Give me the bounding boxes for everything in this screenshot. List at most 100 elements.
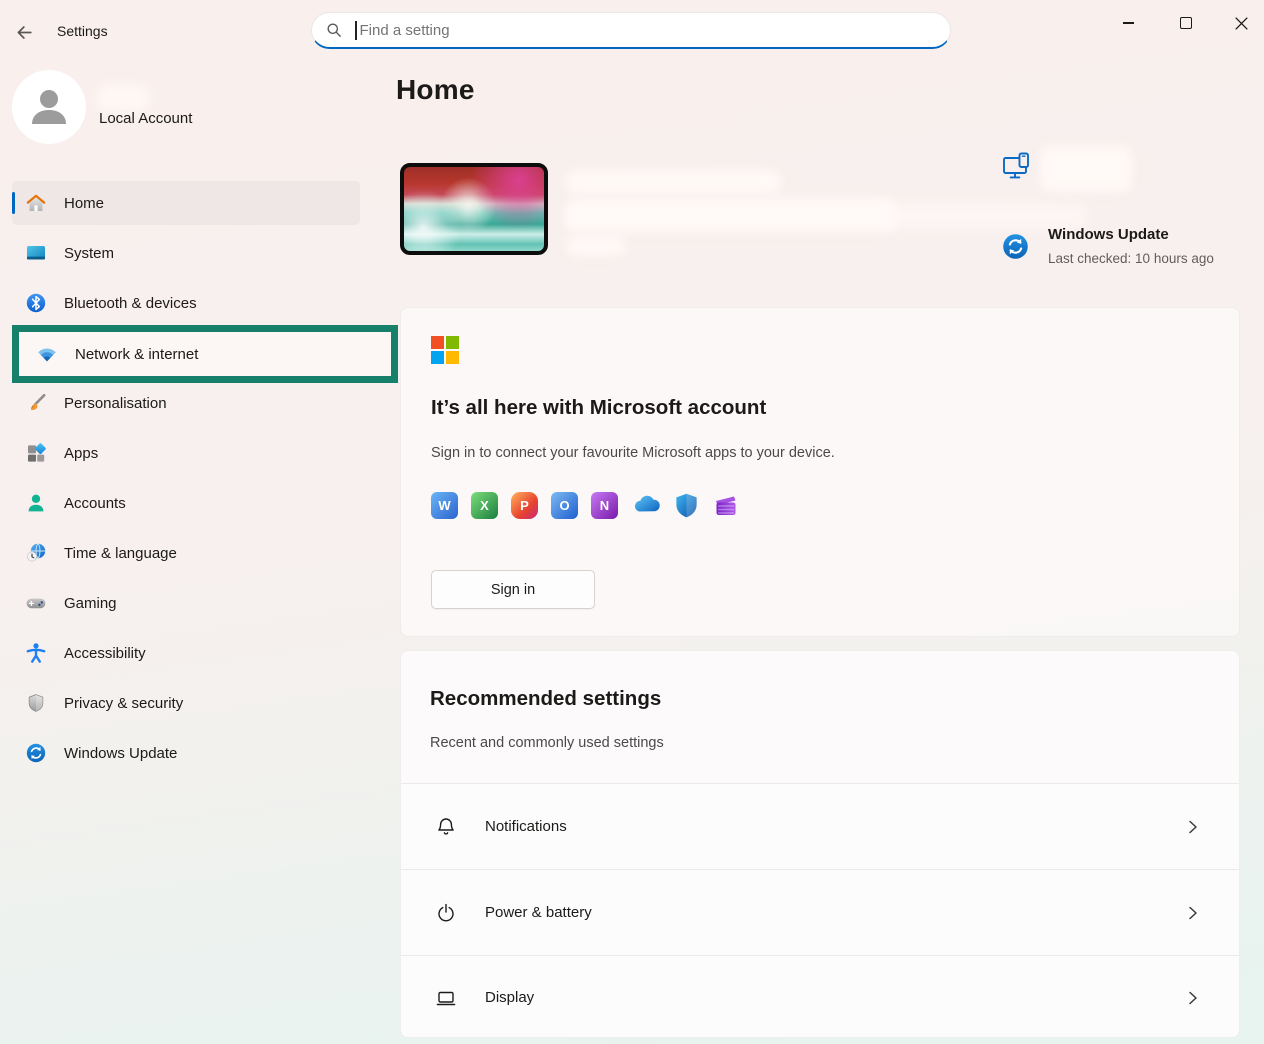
device-wallpaper-thumbnail — [400, 163, 548, 255]
sidebar-item-apps[interactable]: Apps — [12, 431, 360, 475]
sidebar-item-label: Gaming — [64, 595, 117, 612]
apps-icon — [25, 442, 47, 464]
wifi-icon — [36, 343, 58, 365]
onenote-letter: N — [600, 498, 609, 513]
redacted-rename-label — [1040, 146, 1132, 192]
sidebar-item-privacy-security[interactable]: Privacy & security — [12, 681, 360, 725]
shield-icon — [25, 692, 47, 714]
sidebar-item-bluetooth-devices[interactable]: Bluetooth & devices — [12, 281, 360, 325]
back-button[interactable] — [12, 20, 36, 44]
sidebar-item-label: Home — [64, 195, 104, 212]
back-arrow-icon — [15, 23, 34, 42]
setting-row-label: Display — [485, 989, 534, 1006]
powerpoint-icon: P — [511, 492, 538, 519]
search-icon — [326, 22, 342, 38]
gamepad-icon — [25, 592, 47, 614]
sidebar-item-label: Apps — [64, 445, 98, 462]
page-title: Home — [396, 74, 475, 106]
word-icon: W — [431, 492, 458, 519]
setting-row-label: Notifications — [485, 818, 567, 835]
person-avatar-icon — [26, 84, 72, 130]
chevron-right-icon — [1185, 990, 1201, 1006]
redacted-device-name — [566, 170, 781, 194]
msa-card-title: It’s all here with Microsoft account — [431, 396, 766, 420]
outlook-icon: O — [551, 492, 578, 519]
sidebar-item-personalisation[interactable]: Personalisation — [12, 381, 360, 425]
system-icon — [25, 242, 47, 264]
maximize-button[interactable] — [1163, 2, 1209, 44]
highlight-box-network-internet[interactable]: Network & internet — [12, 325, 398, 383]
close-button[interactable] — [1218, 2, 1264, 44]
setting-row-power-battery[interactable]: Power & battery — [401, 869, 1239, 955]
sidebar-item-accounts[interactable]: Accounts — [12, 481, 360, 525]
chevron-right-icon — [1185, 905, 1201, 921]
minimize-icon — [1123, 22, 1134, 23]
paintbrush-icon — [25, 392, 47, 414]
powerpoint-letter: P — [520, 498, 529, 513]
sidebar-item-system[interactable]: System — [12, 231, 360, 275]
pc-rename-button[interactable] — [1002, 151, 1032, 188]
close-icon — [1235, 17, 1248, 30]
word-letter: W — [438, 498, 450, 513]
sidebar-item-label: Network & internet — [75, 346, 198, 363]
bluetooth-icon — [25, 292, 47, 314]
settings-window: Settings Find a setting Local Account — [0, 0, 1264, 1044]
search-placeholder: Find a setting — [360, 22, 450, 39]
sign-in-label: Sign in — [491, 582, 535, 598]
microsoft-logo-icon — [431, 336, 459, 364]
redacted-link — [566, 236, 626, 256]
maximize-icon — [1180, 17, 1192, 29]
recommended-settings-card: Recommended settings Recent and commonly… — [400, 650, 1240, 1038]
setting-row-label: Power & battery — [485, 904, 592, 921]
chevron-right-icon — [1185, 819, 1201, 835]
excel-icon: X — [471, 492, 498, 519]
sync-icon — [25, 742, 47, 764]
clipchamp-icon — [712, 492, 739, 519]
account-type-label: Local Account — [99, 110, 192, 127]
sidebar-item-label: Windows Update — [64, 745, 177, 762]
sidebar-item-time-language[interactable]: Time & language — [12, 531, 360, 575]
setting-row-display[interactable]: Display — [401, 955, 1239, 1038]
onenote-icon: N — [591, 492, 618, 519]
sidebar-item-label: Accounts — [64, 495, 126, 512]
ms-logo-blue-square — [431, 351, 444, 364]
redacted-account-name — [96, 84, 150, 112]
sign-in-button[interactable]: Sign in — [431, 570, 595, 609]
bell-icon — [434, 815, 458, 839]
sidebar-item-label: Time & language — [64, 545, 177, 562]
msa-card-subtitle: Sign in to connect your favourite Micros… — [431, 445, 835, 461]
selected-accent-bar — [12, 192, 15, 214]
text-cursor — [355, 21, 357, 40]
ms-logo-red-square — [431, 336, 444, 349]
sidebar-item-accessibility[interactable]: Accessibility — [12, 631, 360, 675]
excel-letter: X — [480, 498, 489, 513]
windows-update-icon — [1002, 233, 1029, 260]
windows-update-status-button[interactable] — [1002, 233, 1029, 265]
windows-update-title: Windows Update — [1048, 226, 1169, 243]
microsoft-account-card: It’s all here with Microsoft account Sig… — [400, 307, 1240, 637]
display-icon — [434, 986, 458, 1010]
minimize-button[interactable] — [1105, 2, 1151, 44]
sidebar-item-home[interactable]: Home — [12, 181, 360, 225]
setting-row-notifications[interactable]: Notifications — [401, 783, 1239, 869]
sidebar-item-label: Bluetooth & devices — [64, 295, 197, 312]
sidebar-item-gaming[interactable]: Gaming — [12, 581, 360, 625]
sidebar-item-windows-update[interactable]: Windows Update — [12, 731, 360, 775]
window-title: Settings — [57, 23, 108, 39]
search-input[interactable]: Find a setting — [311, 12, 951, 49]
redacted-device-info — [566, 199, 896, 232]
home-icon — [25, 192, 47, 214]
sidebar-item-label: Privacy & security — [64, 695, 183, 712]
ms-logo-yellow-square — [446, 351, 459, 364]
recommended-subtitle: Recent and commonly used settings — [430, 735, 664, 751]
microsoft-apps-row: W X P O N — [431, 492, 739, 519]
pc-phone-icon — [1002, 151, 1032, 183]
avatar[interactable] — [12, 70, 86, 144]
onedrive-icon — [631, 492, 661, 519]
ms-logo-green-square — [446, 336, 459, 349]
sidebar-item-label: System — [64, 245, 114, 262]
windows-update-status: Last checked: 10 hours ago — [1048, 251, 1214, 266]
sidebar-item-label: Personalisation — [64, 395, 167, 412]
globe-clock-icon — [25, 542, 47, 564]
accessibility-icon — [25, 642, 47, 664]
